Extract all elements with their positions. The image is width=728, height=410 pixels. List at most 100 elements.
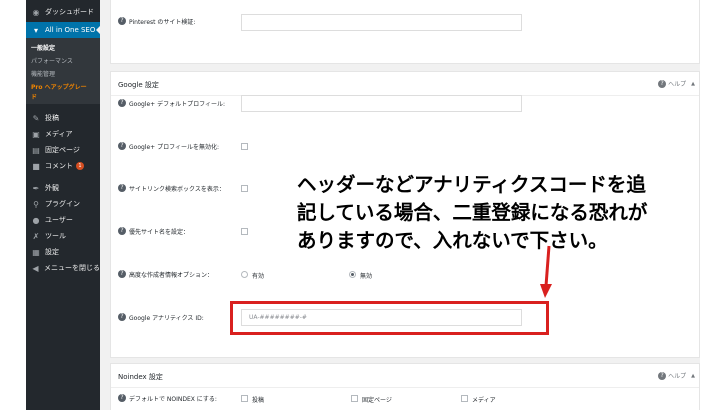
sidebar-item-label: 外観 bbox=[45, 184, 59, 192]
left-margin bbox=[0, 0, 26, 410]
submenu-general-settings[interactable]: 一般設定 bbox=[31, 43, 55, 52]
pinterest-verify-row: ? Pinterest のサイト検証: bbox=[118, 14, 195, 28]
noindex-default-label: デフォルトで NOINDEX にする: bbox=[129, 395, 217, 403]
comment-icon: ■ bbox=[32, 161, 40, 171]
help-question-icon[interactable]: ? bbox=[118, 313, 126, 321]
media-icon: ▣ bbox=[32, 129, 40, 139]
sidebar-item-users[interactable]: ● ユーザー bbox=[26, 212, 100, 228]
preferred-name-row: ? 優先サイト名を設定： bbox=[118, 224, 189, 238]
google-profile-label: Google+ デフォルトプロフィール: bbox=[129, 100, 225, 108]
disable-profile-row: ? Google+ プロフィールを無効化: bbox=[118, 139, 219, 153]
advanced-auth-disable-radio[interactable] bbox=[349, 271, 356, 278]
advanced-auth-enable-label: 有効 bbox=[252, 273, 265, 280]
social-settings-box-tail: ? Pinterest のサイト検証: bbox=[110, 0, 700, 64]
advanced-auth-enable-radio[interactable] bbox=[241, 271, 248, 278]
preferred-name-label: 優先サイト名を設定： bbox=[129, 228, 190, 236]
annotation-callout: ヘッダーなどアナリティクスコードを追 記している場合、二重登録になる恐れが あり… bbox=[297, 171, 697, 255]
advanced-auth-row: ? 高度な作成者情報オプション： bbox=[118, 267, 213, 281]
sidebar-item-appearance[interactable]: ✒ 外観 bbox=[26, 180, 100, 196]
seo-submenu: 一般設定 パフォーマンス 機能管理 Pro へアップグレー ド bbox=[26, 38, 100, 104]
help-question-icon[interactable]: ? bbox=[118, 184, 126, 192]
sidebar-item-tools[interactable]: ✗ ツール bbox=[26, 228, 100, 244]
analytics-id-row: ? Google アナリティクス ID: bbox=[118, 310, 204, 324]
sidebar-item-label: ツール bbox=[45, 232, 66, 240]
sidebar-item-label: ダッシュボード bbox=[45, 8, 94, 16]
google-settings-header: Google 設定 ? ヘルプ ▲ bbox=[111, 72, 699, 96]
collapse-triangle-icon[interactable]: ▲ bbox=[691, 81, 695, 87]
help-question-icon[interactable]: ? bbox=[118, 394, 126, 402]
google-settings-help[interactable]: ? ヘルプ ▲ bbox=[658, 79, 695, 88]
sidebar-item-posts[interactable]: ✎ 投稿 bbox=[26, 110, 100, 126]
dashboard-icon: ◉ bbox=[32, 7, 40, 17]
noindex-settings-header: Noindex 設定 ? ヘルプ ▲ bbox=[111, 364, 699, 388]
sidebar-item-pages[interactable]: ▤ 固定ページ bbox=[26, 142, 100, 158]
sidebar-item-label: ユーザー bbox=[45, 216, 73, 224]
google-settings-title: Google 設定 bbox=[118, 81, 159, 89]
pin-icon: ✎ bbox=[32, 113, 40, 123]
help-label: ヘルプ bbox=[668, 81, 687, 88]
sidebar-item-label: メディア bbox=[45, 130, 73, 138]
sidebar-item-label: 固定ページ bbox=[45, 146, 80, 154]
analytics-highlight-box bbox=[230, 301, 549, 335]
user-icon: ● bbox=[32, 215, 40, 225]
collapse-icon: ◀ bbox=[32, 263, 39, 273]
noindex-pages-checkbox[interactable] bbox=[351, 395, 358, 402]
pinterest-verify-label: Pinterest のサイト検証: bbox=[129, 18, 196, 26]
help-question-icon[interactable]: ? bbox=[118, 142, 126, 150]
sidebar-item-settings[interactable]: ▦ 設定 bbox=[26, 244, 100, 260]
help-label: ヘルプ bbox=[668, 373, 687, 380]
sidebar-item-dashboard[interactable]: ◉ ダッシュボード bbox=[26, 4, 100, 20]
analytics-id-label: Google アナリティクス ID: bbox=[129, 314, 204, 322]
sidebar-item-plugins[interactable]: ⚲ プラグイン bbox=[26, 196, 100, 212]
google-profile-row: ? Google+ デフォルトプロフィール: bbox=[118, 96, 225, 110]
sidebar-item-label: 投稿 bbox=[45, 114, 59, 122]
right-margin bbox=[700, 0, 728, 410]
help-question-icon[interactable]: ? bbox=[118, 227, 126, 235]
help-question-icon[interactable]: ? bbox=[118, 99, 126, 107]
sitelinks-checkbox[interactable] bbox=[241, 185, 248, 192]
sitelinks-row: ? サイトリンク検索ボックスを表示： bbox=[118, 181, 225, 195]
page-icon: ▤ bbox=[32, 145, 40, 155]
sidebar-collapse-menu[interactable]: ◀ メニューを閉じる bbox=[26, 260, 100, 276]
submenu-pro-upgrade[interactable]: Pro へアップグレー bbox=[31, 82, 87, 91]
submenu-performance[interactable]: パフォーマンス bbox=[31, 56, 73, 65]
noindex-posts-checkbox[interactable] bbox=[241, 395, 248, 402]
noindex-settings-box: Noindex 設定 ? ヘルプ ▲ ? デフォルトで NOINDEX にする:… bbox=[110, 363, 700, 410]
current-menu-arrow bbox=[96, 26, 100, 34]
noindex-settings-title: Noindex 設定 bbox=[118, 373, 163, 381]
noindex-media-label: メディア bbox=[472, 397, 496, 404]
sidebar-item-comments[interactable]: ■ コメント 1 bbox=[26, 158, 100, 174]
noindex-pages-label: 固定ページ bbox=[362, 397, 392, 404]
disable-profile-checkbox[interactable] bbox=[241, 143, 248, 150]
sidebar-item-media[interactable]: ▣ メディア bbox=[26, 126, 100, 142]
help-question-icon: ? bbox=[658, 371, 667, 380]
advanced-auth-label: 高度な作成者情報オプション： bbox=[129, 271, 214, 279]
sitelinks-label: サイトリンク検索ボックスを表示： bbox=[129, 185, 225, 193]
google-profile-input[interactable] bbox=[241, 95, 522, 112]
noindex-settings-help[interactable]: ? ヘルプ ▲ bbox=[658, 371, 695, 380]
submenu-pro-upgrade-wrap[interactable]: ド bbox=[31, 92, 37, 101]
help-question-icon: ? bbox=[658, 79, 667, 88]
appearance-icon: ✒ bbox=[32, 183, 40, 193]
sidebar-item-label: コメント bbox=[45, 162, 73, 170]
disable-profile-label: Google+ プロフィールを無効化: bbox=[129, 143, 219, 151]
help-question-icon[interactable]: ? bbox=[118, 270, 126, 278]
sidebar-item-label: メニューを閉じる bbox=[44, 264, 100, 272]
help-question-icon[interactable]: ? bbox=[118, 17, 126, 25]
noindex-media-checkbox[interactable] bbox=[461, 395, 468, 402]
sidebar-item-label: All in One SEO bbox=[45, 26, 96, 34]
pinterest-verify-input[interactable] bbox=[241, 14, 522, 31]
callout-line-2: 記している場合、二重登録になる恐れが bbox=[297, 201, 648, 224]
comment-count-badge: 1 bbox=[76, 162, 84, 170]
tool-icon: ✗ bbox=[32, 231, 40, 241]
sidebar-item-all-in-one-seo[interactable]: ▾ All in One SEO bbox=[26, 22, 100, 38]
sidebar-item-label: 設定 bbox=[45, 248, 59, 256]
preferred-name-checkbox[interactable] bbox=[241, 228, 248, 235]
sidebar-item-label: プラグイン bbox=[45, 200, 80, 208]
submenu-feature-manager[interactable]: 機能管理 bbox=[31, 69, 55, 78]
settings-icon: ▦ bbox=[32, 247, 40, 257]
callout-line-3: ありますので、入れないで下さい。 bbox=[297, 229, 608, 252]
noindex-default-row: ? デフォルトで NOINDEX にする: bbox=[118, 391, 217, 405]
advanced-auth-disable-label: 無効 bbox=[360, 273, 373, 280]
collapse-triangle-icon[interactable]: ▲ bbox=[691, 373, 695, 379]
